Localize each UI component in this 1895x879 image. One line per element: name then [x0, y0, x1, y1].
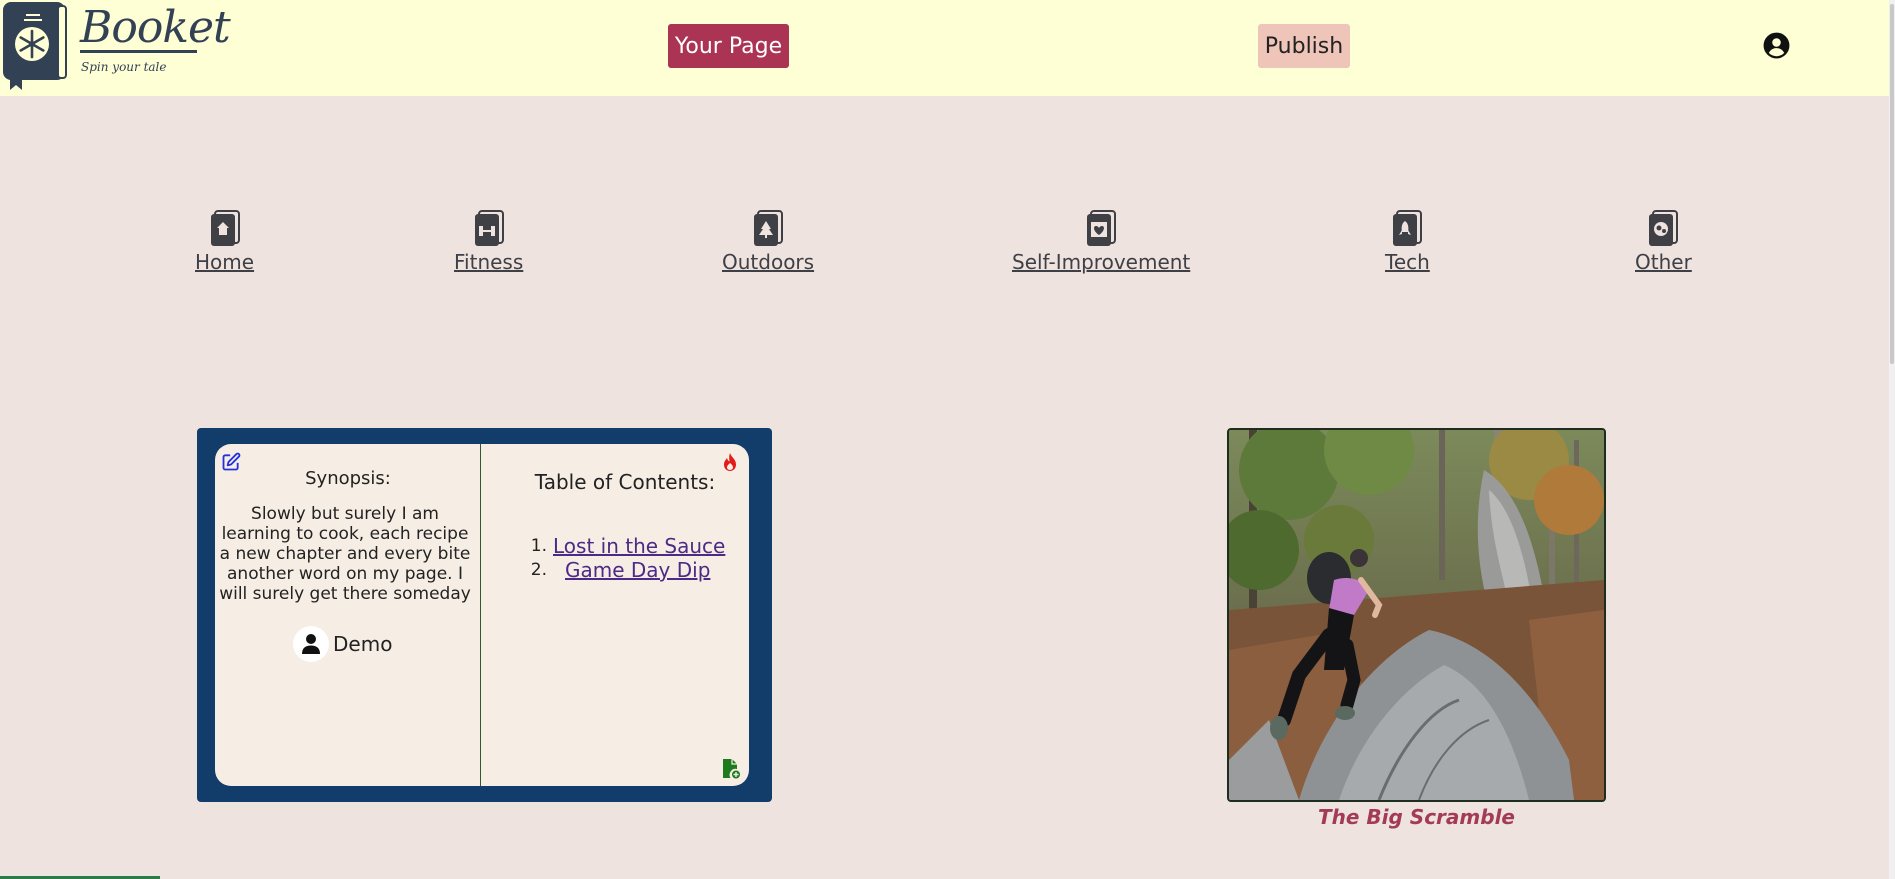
- header: Booket Spin your tale Your Page Publish: [0, 0, 1895, 96]
- category-label[interactable]: Tech: [1385, 250, 1430, 274]
- other-book-icon: [1649, 210, 1679, 246]
- home-book-icon: [210, 210, 240, 246]
- category-self-improvement[interactable]: Self-Improvement: [1012, 208, 1190, 274]
- fitness-book-icon: [474, 210, 504, 246]
- scrollbar-thumb[interactable]: [1890, 4, 1894, 364]
- table-of-contents: 1. Lost in the Sauce 2. Game Day Dip: [521, 534, 726, 582]
- synopsis-label: Synopsis:: [305, 468, 391, 489]
- book-right-page: Table of Contents: 1. Lost in the Sauce …: [481, 444, 749, 786]
- category-label[interactable]: Home: [195, 250, 254, 274]
- logo-title[interactable]: Booket: [80, 2, 231, 53]
- category-label[interactable]: Self-Improvement: [1012, 250, 1190, 274]
- flame-icon[interactable]: [721, 452, 739, 472]
- add-page-icon[interactable]: [721, 758, 741, 780]
- list-item: 1. Lost in the Sauce: [521, 534, 726, 558]
- category-tech[interactable]: Tech: [1385, 208, 1430, 274]
- author-name[interactable]: Demo: [333, 632, 392, 656]
- photo-caption: The Big Scramble: [1318, 805, 1515, 829]
- chapter-number: 2.: [530, 560, 547, 580]
- category-outdoors[interactable]: Outdoors: [722, 208, 814, 274]
- self-improvement-book-icon: [1087, 210, 1117, 246]
- user-icon: [302, 634, 320, 654]
- category-home[interactable]: Home: [195, 208, 254, 274]
- category-fitness[interactable]: Fitness: [454, 208, 523, 274]
- tech-book-icon: [1393, 210, 1423, 246]
- cover-photo[interactable]: [1227, 428, 1606, 802]
- chapter-link[interactable]: Game Day Dip: [565, 558, 710, 582]
- your-page-button[interactable]: Your Page: [668, 24, 789, 68]
- list-item: 2. Game Day Dip: [521, 558, 725, 582]
- category-label[interactable]: Fitness: [454, 250, 523, 274]
- book-left-page: Synopsis: Slowly but surely I am learnin…: [215, 444, 481, 786]
- chapter-link[interactable]: Lost in the Sauce: [553, 534, 725, 558]
- logo-underline: [80, 50, 197, 53]
- hiking-photo-image: [1229, 430, 1604, 800]
- logo-subtitle: Spin your tale: [81, 60, 167, 74]
- category-other[interactable]: Other: [1635, 208, 1692, 274]
- toc-title: Table of Contents:: [534, 470, 716, 494]
- category-label[interactable]: Other: [1635, 250, 1692, 274]
- page-scrollbar[interactable]: [1889, 0, 1895, 879]
- outdoors-book-icon: [754, 210, 784, 246]
- chapter-number: 1.: [530, 536, 547, 556]
- user-profile-icon[interactable]: [1763, 32, 1790, 59]
- category-label[interactable]: Outdoors: [722, 250, 814, 274]
- logo-book-icon[interactable]: [0, 0, 70, 90]
- publish-button[interactable]: Publish: [1258, 24, 1350, 68]
- author[interactable]: Demo: [293, 626, 392, 662]
- avatar: [293, 626, 329, 662]
- synopsis-text: Slowly but surely I am learning to cook,…: [219, 504, 471, 604]
- book-card: Synopsis: Slowly but surely I am learnin…: [197, 428, 772, 802]
